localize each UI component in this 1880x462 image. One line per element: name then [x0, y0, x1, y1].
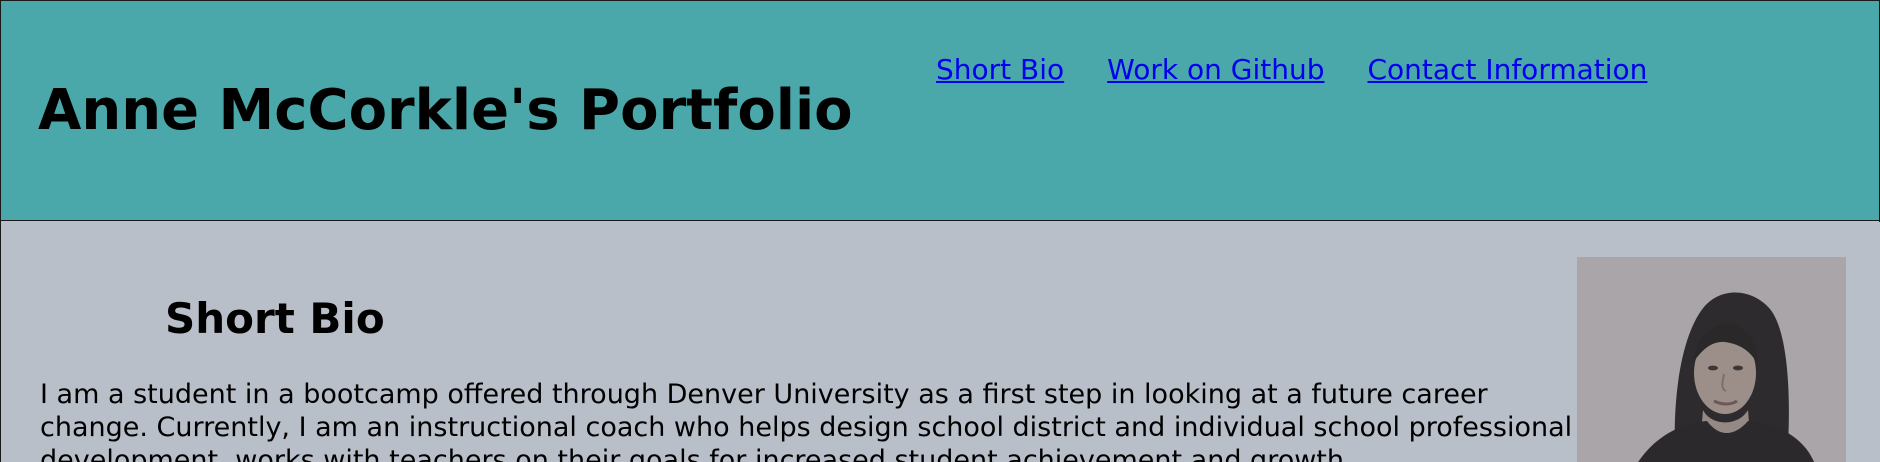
- bio-paragraph: I am a student in a bootcamp offered thr…: [40, 379, 1573, 462]
- nav-link-contact-information[interactable]: Contact Information: [1367, 51, 1647, 89]
- nav-link-work-on-github[interactable]: Work on Github: [1107, 51, 1324, 89]
- site-title: Anne McCorkle's Portfolio: [38, 78, 853, 143]
- nav-link-short-bio[interactable]: Short Bio: [936, 51, 1064, 89]
- portrait-image: [1577, 257, 1846, 462]
- main-content: Short Bio I am a student in a bootcamp o…: [0, 221, 1879, 462]
- portfolio-page: Anne McCorkle's Portfolio Short Bio Work…: [0, 0, 1880, 462]
- main-navigation: Short Bio Work on Github Contact Informa…: [936, 51, 1647, 89]
- short-bio-heading: Short Bio: [165, 294, 385, 343]
- profile-photo: [1577, 257, 1846, 462]
- site-header: Anne McCorkle's Portfolio Short Bio Work…: [0, 0, 1880, 222]
